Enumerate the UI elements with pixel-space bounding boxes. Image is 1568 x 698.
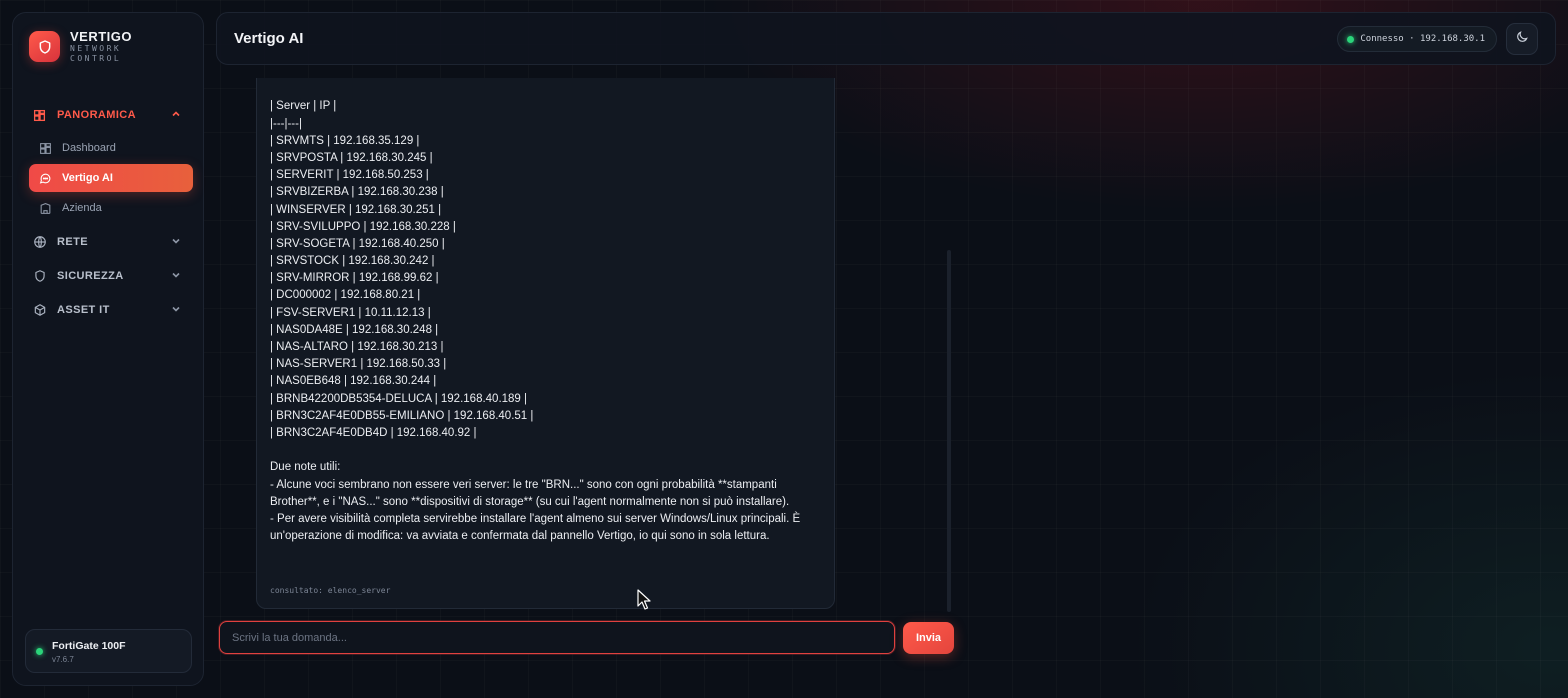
message-line: | NAS0DA48E | 192.168.30.248 |	[270, 323, 439, 336]
moon-icon	[1515, 30, 1529, 49]
top-bar: Vertigo AI Connesso · 192.168.30.1	[216, 12, 1556, 65]
building-icon	[39, 202, 52, 215]
message-line: | NAS-SERVER1 | 192.168.50.33 |	[270, 358, 447, 371]
sidebar-item-label: Vertigo AI	[62, 172, 113, 184]
chat-messages[interactable]: | Server | IP | |---|---| | SRVMTS | 192.1…	[216, 78, 956, 613]
message-line-blank	[270, 442, 820, 459]
send-button[interactable]: Invia	[903, 622, 954, 654]
chevron-down-icon	[171, 236, 181, 246]
nav-group-panoramica[interactable]: PANORAMICA	[13, 101, 203, 129]
shield-logo-icon	[29, 31, 60, 62]
consulted-source: consultato: elenco_server	[270, 586, 391, 595]
message-line: | FSV-SERVER1 | 10.11.12.13 |	[270, 306, 431, 319]
nav-group-label: RETE	[57, 236, 88, 248]
message-line: | NAS0EB648 | 192.168.30.244 |	[270, 375, 437, 388]
message-body: | Server | IP | |---|---| | SRVMTS | 192.1…	[270, 78, 820, 545]
message-line: | NAS-ALTARO | 192.168.30.213 |	[270, 341, 444, 353]
message-line: | SRVPOSTA | 192.168.30.245 |	[270, 151, 433, 164]
chevron-down-icon	[171, 304, 181, 314]
cube-icon	[33, 303, 47, 317]
message-line: | WINSERVER | 192.168.30.251 |	[270, 203, 442, 216]
grid-icon	[39, 142, 52, 155]
chat-bubble-icon	[39, 172, 52, 185]
shield-icon	[33, 269, 47, 283]
nav-group-label: PANORAMICA	[57, 109, 136, 121]
message-line: |---|---|	[270, 117, 302, 130]
device-version: v7.6.7	[52, 655, 74, 664]
nav-group-sicurezza[interactable]: SICUREZZA	[13, 262, 203, 290]
chat-scrollbar[interactable]	[947, 250, 951, 612]
sidebar-item-label: Azienda	[62, 202, 102, 214]
sidebar-item-azienda[interactable]: Azienda	[29, 194, 193, 222]
message-line: | SRVMTS | 192.168.35.129 |	[270, 134, 420, 147]
server-table: | Server | IP | |---|---| | SRVMTS | 192.1…	[270, 98, 820, 442]
message-line: | SRV-SOGETA | 192.168.40.250 |	[270, 237, 445, 250]
online-status-dot	[36, 648, 43, 655]
message-line: | SERVERIT | 192.168.50.253 |	[270, 169, 429, 182]
chevron-down-icon	[171, 270, 181, 280]
sidebar: VERTIGO NETWORK CONTROL PANORAMICA Dashb…	[12, 12, 204, 686]
nav-group-asset-it[interactable]: ASSET IT	[13, 296, 203, 324]
sidebar-item-dashboard[interactable]: Dashboard	[29, 134, 193, 162]
connection-status-badge: Connesso · 192.168.30.1	[1337, 26, 1497, 52]
sidebar-nav: PANORAMICA Dashboard Vertigo AI Azienda	[13, 91, 203, 324]
theme-toggle-button[interactable]	[1506, 23, 1538, 55]
brand: VERTIGO NETWORK CONTROL	[29, 30, 132, 63]
page-title: Vertigo AI	[234, 30, 304, 47]
message-line: | SRVSTOCK | 192.168.30.242 |	[270, 255, 435, 268]
message-line: | SRVBIZERBA | 192.168.30.238 |	[270, 186, 444, 199]
globe-icon	[33, 235, 47, 249]
brand-name: VERTIGO	[70, 29, 133, 44]
note-1: - Alcune voci sembrano non essere veri s…	[270, 478, 790, 508]
connection-text: Connesso · 192.168.30.1	[1360, 34, 1485, 44]
message-line: | BRNB42200DB5354-DELUCA | 192.168.40.18…	[270, 392, 528, 405]
message-line: | BRN3C2AF4E0DB4D | 192.168.40.92 |	[270, 426, 477, 439]
brand-subtitle-line2: CONTROL	[70, 54, 122, 63]
message-line: | SRV-MIRROR | 192.168.99.62 |	[270, 272, 439, 285]
sidebar-item-label: Dashboard	[62, 142, 116, 154]
message-line-blank	[270, 81, 820, 98]
device-name: FortiGate 100F	[52, 640, 126, 652]
dashboard-grid-icon	[33, 108, 47, 122]
note-2: - Per avere visibilità completa servireb…	[270, 512, 801, 543]
brand-subtitle-line1: NETWORK	[70, 44, 122, 53]
chevron-up-icon	[171, 109, 181, 119]
message-line: | DC000002 | 192.168.80.21 |	[270, 289, 421, 302]
nav-group-rete[interactable]: RETE	[13, 228, 203, 256]
connection-dot	[1347, 36, 1355, 43]
message-line-partial	[270, 78, 820, 81]
message-line: | SRV-SVILUPPO | 192.168.30.228 |	[270, 220, 456, 233]
message-line: | Server | IP |	[270, 100, 337, 113]
nav-group-label: ASSET IT	[57, 304, 110, 316]
device-status-card[interactable]: FortiGate 100F v7.6.7	[25, 629, 192, 673]
assistant-message: | Server | IP | |---|---| | SRVMTS | 192.1…	[256, 78, 835, 609]
chat-input[interactable]	[219, 621, 895, 654]
notes-heading: Due note utili:	[270, 461, 341, 474]
message-line: | BRN3C2AF4E0DB55-EMILIANO | 192.168.40.…	[270, 409, 534, 422]
sidebar-item-vertigo-ai[interactable]: Vertigo AI	[29, 164, 193, 192]
mouse-cursor-icon	[637, 589, 651, 610]
nav-group-label: SICUREZZA	[57, 270, 124, 282]
